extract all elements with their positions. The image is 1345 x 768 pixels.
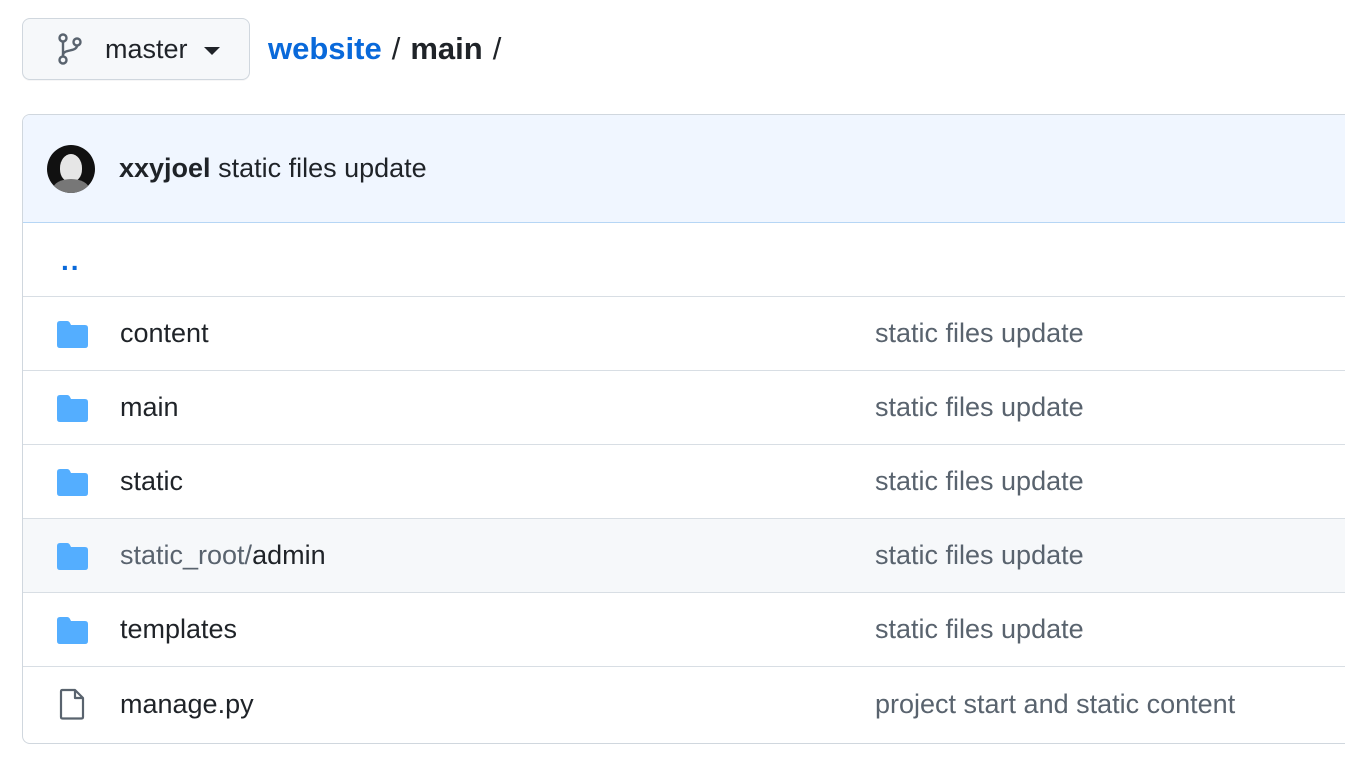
parent-directory-row[interactable]: .. bbox=[23, 223, 1345, 297]
git-branch-icon bbox=[57, 33, 85, 65]
breadcrumb-current: main bbox=[410, 31, 483, 66]
table-row[interactable]: main static files update bbox=[23, 371, 1345, 445]
parent-directory-link[interactable]: .. bbox=[61, 245, 81, 277]
branch-selector-button[interactable]: master bbox=[22, 18, 250, 80]
breadcrumb: website / main / bbox=[268, 31, 501, 67]
file-name-link[interactable]: templates bbox=[120, 614, 237, 645]
file-name-link[interactable]: static bbox=[120, 466, 183, 497]
table-row[interactable]: templates static files update bbox=[23, 593, 1345, 667]
folder-icon bbox=[23, 616, 120, 644]
avatar[interactable] bbox=[47, 144, 95, 193]
branch-name: master bbox=[105, 33, 188, 64]
table-row[interactable]: static static files update bbox=[23, 445, 1345, 519]
latest-commit-text: xxyjoel static files update bbox=[119, 153, 427, 184]
commit-message-link[interactable]: static files update bbox=[875, 540, 1084, 571]
folder-icon bbox=[23, 394, 120, 422]
file-name-link[interactable]: static_root/admin bbox=[120, 540, 326, 571]
commit-message-link[interactable]: static files update bbox=[875, 614, 1084, 645]
top-bar: master website / main / bbox=[22, 17, 501, 81]
commit-author-link[interactable]: xxyjoel bbox=[119, 153, 211, 183]
file-name-link[interactable]: manage.py bbox=[120, 689, 254, 720]
file-name-link[interactable]: content bbox=[120, 318, 209, 349]
breadcrumb-repo-link[interactable]: website bbox=[268, 31, 382, 67]
breadcrumb-separator: / bbox=[391, 31, 401, 66]
folder-icon bbox=[23, 468, 120, 496]
latest-commit-header: xxyjoel static files update bbox=[23, 115, 1345, 223]
table-row[interactable]: manage.py project start and static conte… bbox=[23, 667, 1345, 741]
chevron-down-icon bbox=[203, 47, 220, 55]
table-row[interactable]: static_root/admin static files update bbox=[23, 519, 1345, 593]
folder-icon bbox=[23, 320, 120, 348]
file-list: xxyjoel static files update .. content s… bbox=[22, 114, 1345, 744]
commit-message-link[interactable]: static files update bbox=[875, 466, 1084, 497]
commit-message-link[interactable]: project start and static content bbox=[875, 689, 1235, 720]
file-name-link[interactable]: main bbox=[120, 392, 179, 423]
commit-message-link[interactable]: static files update bbox=[875, 392, 1084, 423]
commit-message-link[interactable]: static files update bbox=[218, 153, 427, 183]
breadcrumb-trailing-separator: / bbox=[492, 31, 502, 66]
file-icon bbox=[23, 688, 120, 720]
table-row[interactable]: content static files update bbox=[23, 297, 1345, 371]
folder-icon bbox=[23, 542, 120, 570]
commit-message-link[interactable]: static files update bbox=[875, 318, 1084, 349]
